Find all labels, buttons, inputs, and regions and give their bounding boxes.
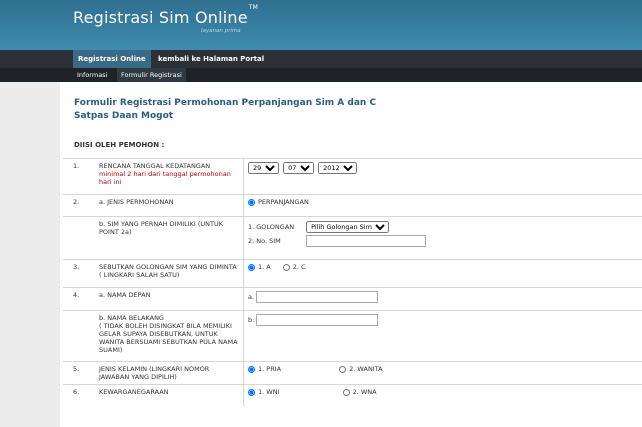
label-nama-belakang: b. NAMA BELAKANG (99, 314, 164, 322)
radio-pria[interactable] (248, 365, 255, 373)
label-jenis-permohonan: a. JENIS PERMOHONAN (99, 198, 174, 206)
form-title: Formulir Registrasi Permohonan Perpanjan… (74, 97, 504, 123)
trademark-mark: TM (248, 3, 259, 11)
day-select[interactable]: 29 (248, 162, 279, 174)
radio-golongan-a[interactable] (248, 263, 255, 271)
option-pria[interactable]: 1. PRIA (248, 365, 281, 373)
nama-depan-input[interactable] (256, 291, 379, 303)
form-title-line1: Formulir Registrasi Permohonan Perpanjan… (74, 98, 377, 108)
option-wanita[interactable]: 2. WANITA (339, 365, 383, 373)
label-sim-dimiliki: b. SIM YANG PERNAH DIMILIKI (UNTUK POINT… (99, 220, 224, 236)
input-cell: 1. GOLONGAN Pilih Golongan Sim 2. No. SI… (243, 216, 642, 260)
row-jenis-kelamin: 5. JENIS KELAMIN (LINGKARI NOMOR JAWABAN… (63, 361, 642, 385)
nav-registrasi-online[interactable]: Registrasi Online (73, 50, 151, 68)
option-c-label: 2. C (292, 263, 306, 271)
option-a[interactable]: 1. A (248, 263, 271, 271)
subnav-informasi[interactable]: Informasi (73, 68, 111, 82)
label-cell: JENIS KELAMIN (LINGKARI NOMOR JAWABAN YA… (95, 361, 244, 385)
radio-wanita[interactable] (339, 365, 347, 373)
form-title-line2: Satpas Daan Mogot (74, 111, 174, 121)
site-header: Registrasi Sim OnlineTM layanan prima (0, 0, 642, 50)
brand-text: Registrasi Sim Online (73, 8, 248, 27)
option-perpanjangan[interactable]: PERPANJANGAN (248, 198, 309, 206)
label-tanggal-kedatangan: RENCANA TANGGAL KEDATANGAN (99, 162, 211, 170)
prefix-b: b. (248, 316, 255, 324)
golongan-label: 1. GOLONGAN (248, 223, 295, 231)
radio-perpanjangan[interactable] (248, 198, 255, 206)
option-pria-label: 1. PRIA (258, 365, 282, 373)
option-perpanjangan-label: PERPANJANGAN (258, 198, 309, 206)
row-number: 6. (63, 384, 95, 406)
label-cell: a. JENIS PERMOHONAN (95, 194, 244, 217)
label-kewarganegaraan: KEWARGANEGARAAN (99, 388, 169, 396)
row-nama-depan: 4. a. NAMA DEPAN a. (63, 287, 642, 311)
row-number: 4. (63, 287, 95, 311)
row-number: 1. (63, 158, 95, 195)
note-minimal-2-hari: minimal 2 hari dari tanggal permohonan h… (99, 170, 231, 186)
registration-form-table: 1. RENCANA TANGGAL KEDATANGAN minimal 2 … (63, 158, 642, 406)
row-number: 2. (63, 194, 95, 217)
site-brand: Registrasi Sim OnlineTM (73, 4, 258, 27)
row-sim-dimiliki: b. SIM YANG PERNAH DIMILIKI (UNTUK POINT… (63, 216, 642, 260)
option-wni[interactable]: 1. WNI (248, 388, 279, 396)
option-wni-label: 1. WNI (258, 388, 280, 396)
row-jenis-permohonan: 2. a. JENIS PERMOHONAN PERPANJANGAN (63, 194, 642, 217)
label-nama-depan: a. NAMA DEPAN (99, 291, 151, 299)
nama-belakang-input[interactable] (256, 314, 379, 326)
label-cell: a. NAMA DEPAN (95, 287, 244, 311)
row-number: 3. (63, 259, 95, 288)
input-cell: 1. A 2. C (243, 259, 642, 288)
label-cell: RENCANA TANGGAL KEDATANGAN minimal 2 har… (95, 158, 244, 195)
prefix-a: a. (248, 293, 255, 301)
secondary-nav: Informasi Formulir Registrasi (0, 68, 642, 82)
row-golongan-diminta: 3. SEBUTKAN GOLONGAN SIM YANG DIMINTA ( … (63, 259, 642, 288)
row-number: 5. (63, 361, 95, 385)
label-cell: b. NAMA BELAKANG ( TIDAK BOLEH DISINGKAT… (95, 310, 244, 362)
radio-golongan-c[interactable] (282, 263, 290, 271)
input-cell: 1. WNI 2. WNA (243, 384, 642, 406)
option-wanita-label: 2. WANITA (349, 365, 383, 373)
nosim-label: 2. No. SIM (248, 237, 281, 245)
section-title: DIISI OLEH PEMOHON : (74, 141, 165, 149)
primary-nav: Registrasi Online kembali ke Halaman Por… (0, 50, 642, 68)
form-content: Formulir Registrasi Permohonan Perpanjan… (60, 82, 642, 427)
label-jenis-kelamin: JENIS KELAMIN (LINGKARI NOMOR JAWABAN YA… (99, 365, 210, 381)
row-tanggal-kedatangan: 1. RENCANA TANGGAL KEDATANGAN minimal 2 … (63, 158, 642, 195)
row-kewarganegaraan: 6. KEWARGANEGARAAN 1. WNI 2. WNA (63, 384, 642, 406)
label-cell: SEBUTKAN GOLONGAN SIM YANG DIMINTA ( LIN… (95, 259, 244, 288)
input-cell: 29 07 2012 (243, 158, 642, 195)
input-cell: 1. PRIA 2. WANITA (243, 361, 642, 385)
radio-wna[interactable] (342, 388, 350, 396)
radio-wni[interactable] (248, 388, 255, 396)
row-number-empty (63, 310, 95, 362)
nav-back-to-portal[interactable]: kembali ke Halaman Portal (153, 50, 269, 68)
option-wna[interactable]: 2. WNA (342, 388, 377, 396)
label-cell: KEWARGANEGARAAN (95, 384, 244, 406)
golongan-row: 1. GOLONGAN Pilih Golongan Sim (248, 220, 638, 234)
golongan-select[interactable]: Pilih Golongan Sim (306, 221, 390, 233)
option-c[interactable]: 2. C (282, 263, 306, 271)
label-cell: b. SIM YANG PERNAH DIMILIKI (UNTUK POINT… (95, 216, 244, 260)
nosim-row: 2. No. SIM (248, 234, 638, 248)
option-a-label: 1. A (258, 263, 271, 271)
nosim-input[interactable] (306, 235, 427, 247)
row-number-empty (63, 216, 95, 260)
subnav-formulir-registrasi[interactable]: Formulir Registrasi (117, 68, 186, 82)
input-cell: a. (243, 287, 642, 311)
label-golongan-diminta: SEBUTKAN GOLONGAN SIM YANG DIMINTA ( LIN… (99, 263, 237, 279)
input-cell: b. (243, 310, 642, 362)
month-select[interactable]: 07 (283, 162, 315, 174)
input-cell: PERPANJANGAN (243, 194, 642, 217)
site-tagline: layanan prima (201, 28, 241, 34)
option-wna-label: 2. WNA (352, 388, 377, 396)
note-nama-belakang: ( TIDAK BOLEH DISINGKAT BILA MEMILIKI GE… (99, 322, 238, 354)
row-nama-belakang: b. NAMA BELAKANG ( TIDAK BOLEH DISINGKAT… (63, 310, 642, 362)
year-select[interactable]: 2012 (318, 162, 358, 174)
